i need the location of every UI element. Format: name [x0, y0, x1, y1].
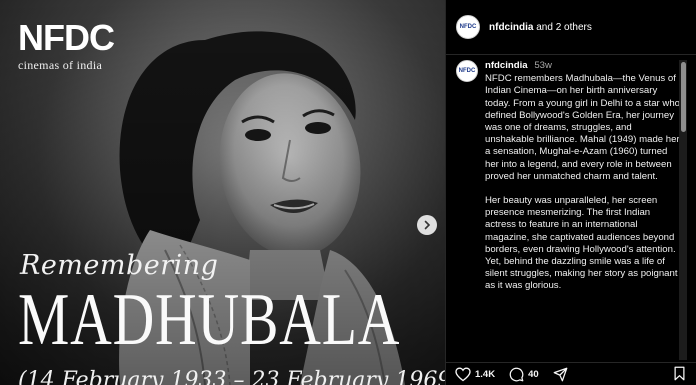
comment-button[interactable]: 40	[509, 367, 539, 382]
caption-time: 53w	[534, 60, 552, 71]
brand-logo-text: NFDC	[18, 17, 115, 58]
scrollbar-thumb[interactable]	[681, 62, 686, 132]
like-count: 1.4K	[475, 368, 496, 380]
comment-count: 40	[528, 368, 539, 380]
overlay-dates: (14 February 1933 – 23 February 1969)	[18, 368, 445, 385]
comment-bubble-icon	[509, 367, 524, 381]
like-button[interactable]: 1.4K	[455, 366, 496, 382]
nfdc-logo: NFDC cinemas of india	[18, 17, 115, 73]
caption-body: nfdcindia 53w NFDC remembers Madhubala—t…	[485, 60, 681, 305]
action-bar: 1.4K 40	[445, 362, 696, 385]
chevron-right-icon	[424, 220, 431, 230]
post-sidebar: NFDC nfdcindia and 2 others NFDC nfdcind…	[445, 0, 696, 385]
owner-username[interactable]: nfdcindia	[489, 22, 533, 33]
avatar[interactable]: NFDC	[456, 60, 478, 82]
avatar-text: NFDC	[459, 24, 477, 30]
post-header: NFDC nfdcindia and 2 others	[446, 0, 696, 55]
brand-tagline: cinemas of india	[18, 58, 103, 72]
caption-paragraph-2: Her beauty was unparalleled, her screen …	[485, 195, 678, 292]
next-slide-button[interactable]	[417, 215, 437, 235]
overlay-heading: Remembering	[20, 250, 219, 281]
caption-paragraph-1: NFDC remembers Madhubala—the Venus of In…	[485, 73, 680, 182]
avatar-text: NFDC	[458, 68, 476, 74]
avatar[interactable]: NFDC	[456, 15, 480, 39]
overlay-name: MADHUBALA	[18, 279, 401, 361]
caption-meta: nfdcindia 53w	[485, 60, 681, 72]
save-button[interactable]	[673, 366, 686, 385]
post-image[interactable]: NFDC cinemas of india Remembering MADHUB…	[0, 0, 445, 385]
post-owner: nfdcindia and 2 others	[489, 22, 592, 33]
caption-comment: NFDC nfdcindia 53w NFDC remembers Madhub…	[456, 60, 686, 305]
heart-icon	[455, 366, 471, 381]
bookmark-icon	[674, 366, 685, 381]
caption-username[interactable]: nfdcindia	[485, 60, 528, 71]
caption-area: NFDC nfdcindia 53w NFDC remembers Madhub…	[446, 56, 686, 361]
collaborators-text[interactable]: and 2 others	[536, 22, 592, 33]
send-icon	[553, 367, 568, 381]
share-button[interactable]	[553, 367, 568, 382]
